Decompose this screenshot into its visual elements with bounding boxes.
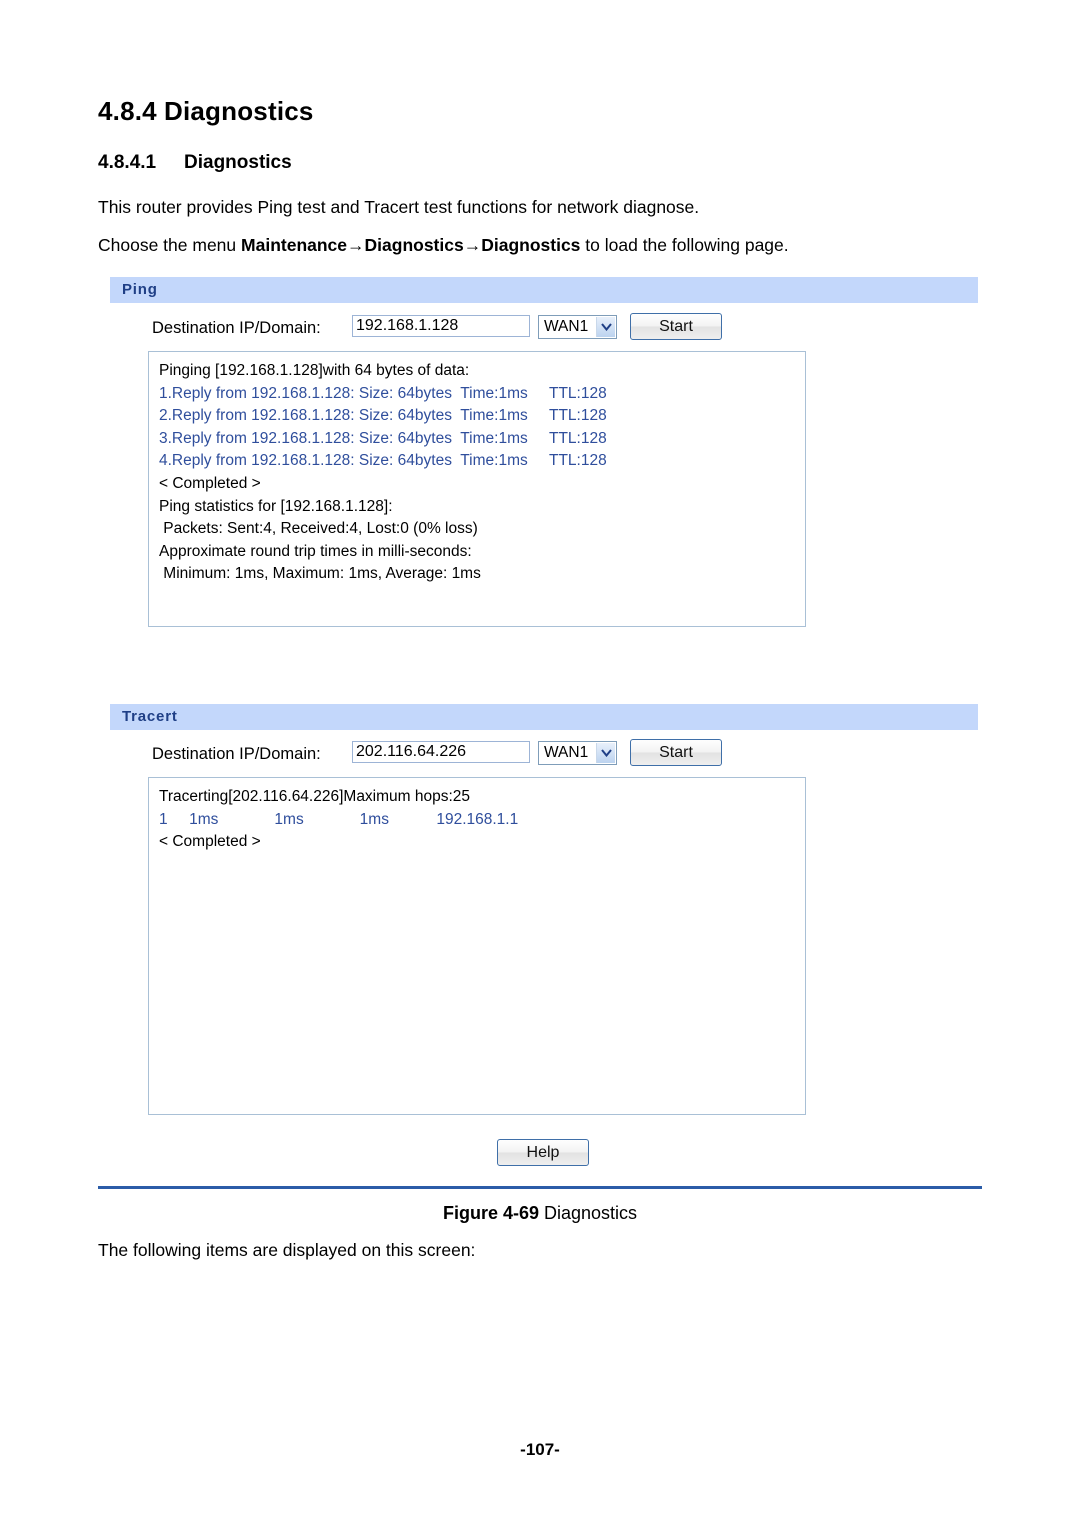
help-button[interactable]: Help <box>497 1139 589 1166</box>
menu-item-maintenance: Maintenance <box>241 235 348 255</box>
console-line: Ping statistics for [192.168.1.128]: <box>159 497 393 515</box>
console-line: Minimum: 1ms, Maximum: 1ms, Average: 1ms <box>159 565 481 583</box>
router-ui-screenshot: Ping Destination IP/Domain: WAN1 Start P… <box>110 277 978 1183</box>
menu-path-paragraph: Choose the menu Maintenance→Diagnostics→… <box>98 235 789 256</box>
tracert-interface-select[interactable]: WAN1 <box>538 741 617 765</box>
subsection-heading: 4.8.4.1 Diagnostics <box>98 152 292 174</box>
tracert-start-button[interactable]: Start <box>630 739 722 766</box>
ping-interface-value: WAN1 <box>544 318 589 335</box>
manual-page: 4.8.4 Diagnostics 4.8.4.1 Diagnostics This… <box>0 0 1080 1527</box>
tracert-panel-header: Tracert <box>110 704 978 730</box>
console-line: Packets: Sent:4, Received:4, Lost:0 (0% … <box>159 520 478 538</box>
console-line: 2.Reply from 192.168.1.128: Size: 64byte… <box>159 407 607 425</box>
section-number: 4.8.4 <box>98 96 157 126</box>
closing-paragraph: The following items are displayed on thi… <box>98 1240 476 1260</box>
console-line: < Completed > <box>159 474 261 492</box>
console-line: < Completed > <box>159 833 261 851</box>
menu-suffix: to load the following page. <box>580 235 789 255</box>
console-line: 1.Reply from 192.168.1.128: Size: 64byte… <box>159 384 607 402</box>
subsection-number: 4.8.4.1 <box>98 152 157 173</box>
console-line: Tracerting[202.116.64.226]Maximum hops:2… <box>159 788 471 805</box>
tracert-field-row: Destination IP/Domain: WAN1 Start <box>110 739 978 775</box>
chevron-down-icon[interactable] <box>596 317 615 337</box>
subsection-title: Diagnostics <box>184 152 292 173</box>
page-title: 4.8.4 Diagnostics <box>98 96 314 127</box>
figure-caption-text: Diagnostics <box>538 1203 638 1223</box>
ping-output-console[interactable]: Pinging [192.168.1.128]with 64 bytes of … <box>148 351 806 627</box>
ping-start-button[interactable]: Start <box>630 313 722 340</box>
menu-arrow-1: → <box>347 235 365 255</box>
menu-item-diagnostics-1: Diagnostics <box>364 235 464 255</box>
section-title: Diagnostics <box>164 96 314 126</box>
ping-destination-label: Destination IP/Domain: <box>152 319 321 337</box>
ping-field-row: Destination IP/Domain: WAN1 Start <box>110 313 978 349</box>
menu-prefix: Choose the menu <box>98 235 242 255</box>
figure-caption-label: Figure 4-69 <box>442 1203 539 1223</box>
ping-panel-header: Ping <box>110 277 978 303</box>
horizontal-rule <box>98 1186 982 1189</box>
console-line: 3.Reply from 192.168.1.128: Size: 64byte… <box>159 429 607 447</box>
figure-caption: Figure 4-69 Diagnostics <box>0 1203 1080 1224</box>
tracert-destination-label: Destination IP/Domain: <box>152 745 321 763</box>
tracert-interface-value: WAN1 <box>544 744 589 761</box>
console-line: 4.Reply from 192.168.1.128: Size: 64byte… <box>159 452 607 470</box>
menu-item-diagnostics-2: Diagnostics <box>481 235 581 255</box>
ping-interface-select[interactable]: WAN1 <box>538 315 617 339</box>
ping-destination-input[interactable] <box>352 315 530 337</box>
page-number: -107- <box>520 1440 560 1459</box>
tracert-output-console[interactable]: Tracerting[202.116.64.226]Maximum hops:2… <box>148 777 806 1115</box>
intro-paragraph: This router provides Ping test and Trace… <box>98 197 700 217</box>
console-line: Pinging [192.168.1.128]with 64 bytes of … <box>159 362 470 379</box>
chevron-down-icon[interactable] <box>596 743 615 763</box>
menu-arrow-2: → <box>463 235 482 255</box>
console-line: 1 1ms 1ms 1ms 192.168.1.1 <box>159 810 519 828</box>
tracert-destination-input[interactable] <box>352 741 530 763</box>
console-line: Approximate round trip times in milli-se… <box>159 542 472 560</box>
